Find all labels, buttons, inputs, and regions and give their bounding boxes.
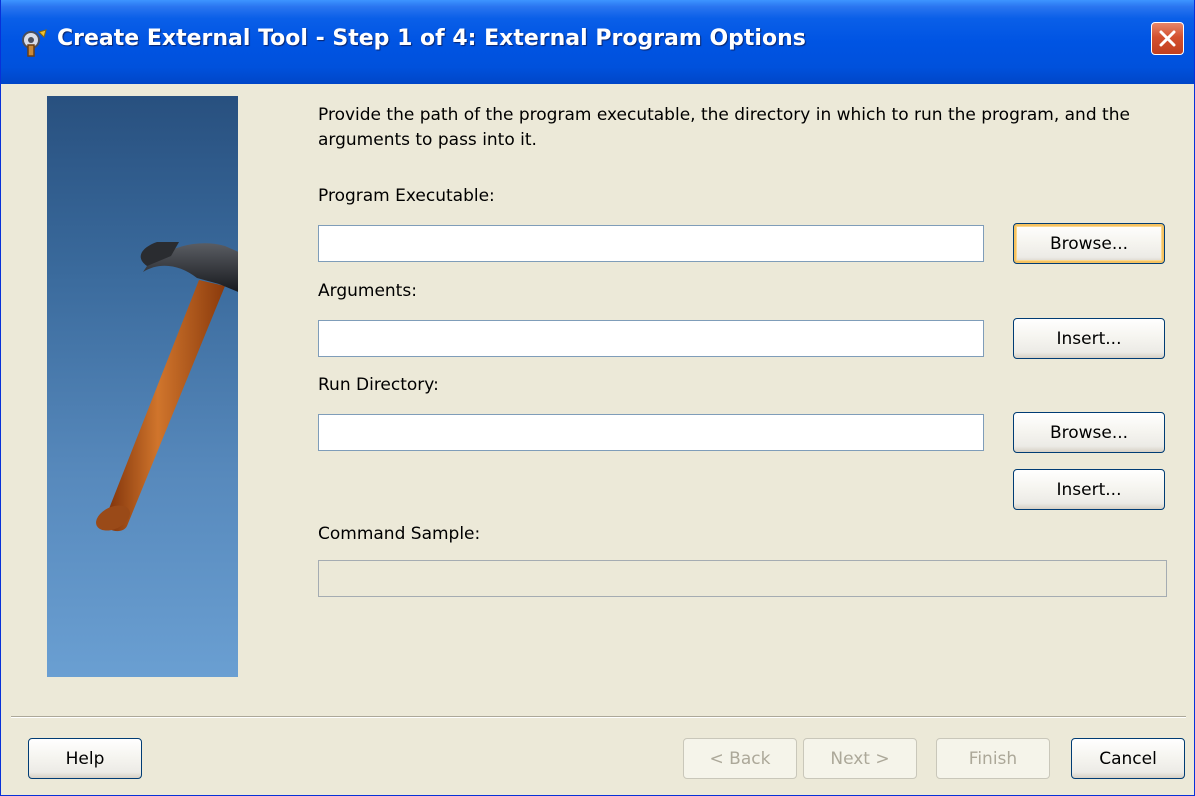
program-executable-label: Program Executable: [318, 186, 495, 206]
run-directory-input[interactable] [319, 415, 983, 450]
arguments-label: Arguments: [318, 281, 417, 301]
command-sample-field [318, 560, 1167, 597]
arguments-input[interactable] [319, 321, 983, 356]
command-sample-display [319, 561, 1166, 596]
next-button[interactable]: Next > [803, 738, 917, 779]
insert-arguments-button[interactable]: Insert... [1013, 318, 1165, 359]
close-button[interactable] [1151, 22, 1184, 55]
help-button[interactable]: Help [28, 738, 142, 779]
title-bar[interactable]: Create External Tool - Step 1 of 4: Exte… [1, 0, 1194, 84]
program-executable-input[interactable] [319, 226, 983, 261]
button-separator [11, 716, 1186, 718]
finish-button[interactable]: Finish [936, 738, 1050, 779]
run-directory-label: Run Directory: [318, 375, 439, 395]
browse-directory-button[interactable]: Browse... [1013, 412, 1165, 453]
cancel-button[interactable]: Cancel [1071, 738, 1185, 779]
program-executable-field[interactable] [318, 225, 984, 262]
command-sample-label: Command Sample: [318, 524, 481, 544]
hammer-illustration [96, 242, 243, 532]
browse-executable-button[interactable]: Browse... [1013, 223, 1165, 264]
tool-icon [15, 28, 49, 58]
window-title: Create External Tool - Step 1 of 4: Exte… [57, 26, 806, 51]
arguments-field[interactable] [318, 320, 984, 357]
back-button[interactable]: < Back [683, 738, 797, 779]
wizard-side-image [47, 96, 243, 677]
run-directory-field[interactable] [318, 414, 984, 451]
insert-directory-button[interactable]: Insert... [1013, 469, 1165, 510]
instructions-text: Provide the path of the program executab… [318, 105, 1130, 150]
create-external-tool-dialog: Create External Tool - Step 1 of 4: Exte… [0, 0, 1195, 796]
